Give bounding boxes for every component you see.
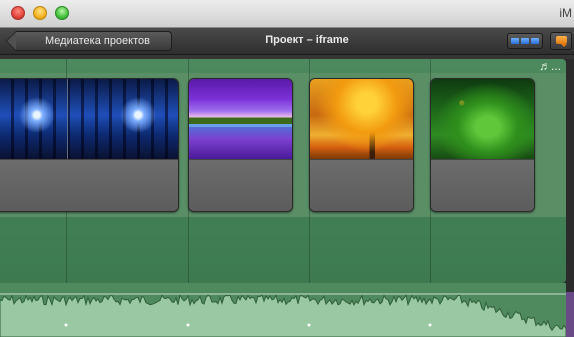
close-window-button[interactable] <box>11 6 25 20</box>
clip-thumbnail <box>431 79 534 159</box>
clip-audio-area <box>189 159 292 211</box>
clip-purple-lake[interactable] <box>188 78 293 212</box>
clip-moss-tree[interactable] <box>430 78 535 212</box>
comment-button[interactable] <box>550 32 572 50</box>
music-note-icon[interactable]: ♬... <box>539 60 566 72</box>
clip-audio-area <box>431 159 534 211</box>
back-button-label: Медиатека проектов <box>45 35 150 47</box>
clip-audio-area <box>0 159 178 211</box>
thumbnail-view-button[interactable] <box>507 33 543 49</box>
clip-thumbnail <box>310 79 413 159</box>
clip-thumbnail <box>189 79 292 159</box>
app-title: iM <box>559 6 572 20</box>
clip-thumbnail <box>0 79 178 159</box>
clip-audio-area <box>310 159 413 211</box>
view-segment-icon <box>521 38 529 44</box>
window-title-bar: iM <box>0 0 574 28</box>
background-music-track[interactable] <box>0 283 566 337</box>
project-browser: ♬... <box>0 55 574 337</box>
view-segment-icon <box>511 38 519 44</box>
speech-bubble-icon <box>556 36 567 44</box>
project-library-back-button[interactable]: Медиатека проектов <box>6 31 172 51</box>
project-toolbar: Медиатека проектов Проект – iframe <box>0 28 574 55</box>
clip-forest-night[interactable] <box>0 78 179 212</box>
project-clip-strip[interactable]: ♬... <box>0 59 566 283</box>
minimize-window-button[interactable] <box>33 6 47 20</box>
view-segment-icon <box>531 38 539 44</box>
audio-waveform <box>0 283 566 337</box>
clip-autumn-tree[interactable] <box>309 78 414 212</box>
zoom-window-button[interactable] <box>55 6 69 20</box>
